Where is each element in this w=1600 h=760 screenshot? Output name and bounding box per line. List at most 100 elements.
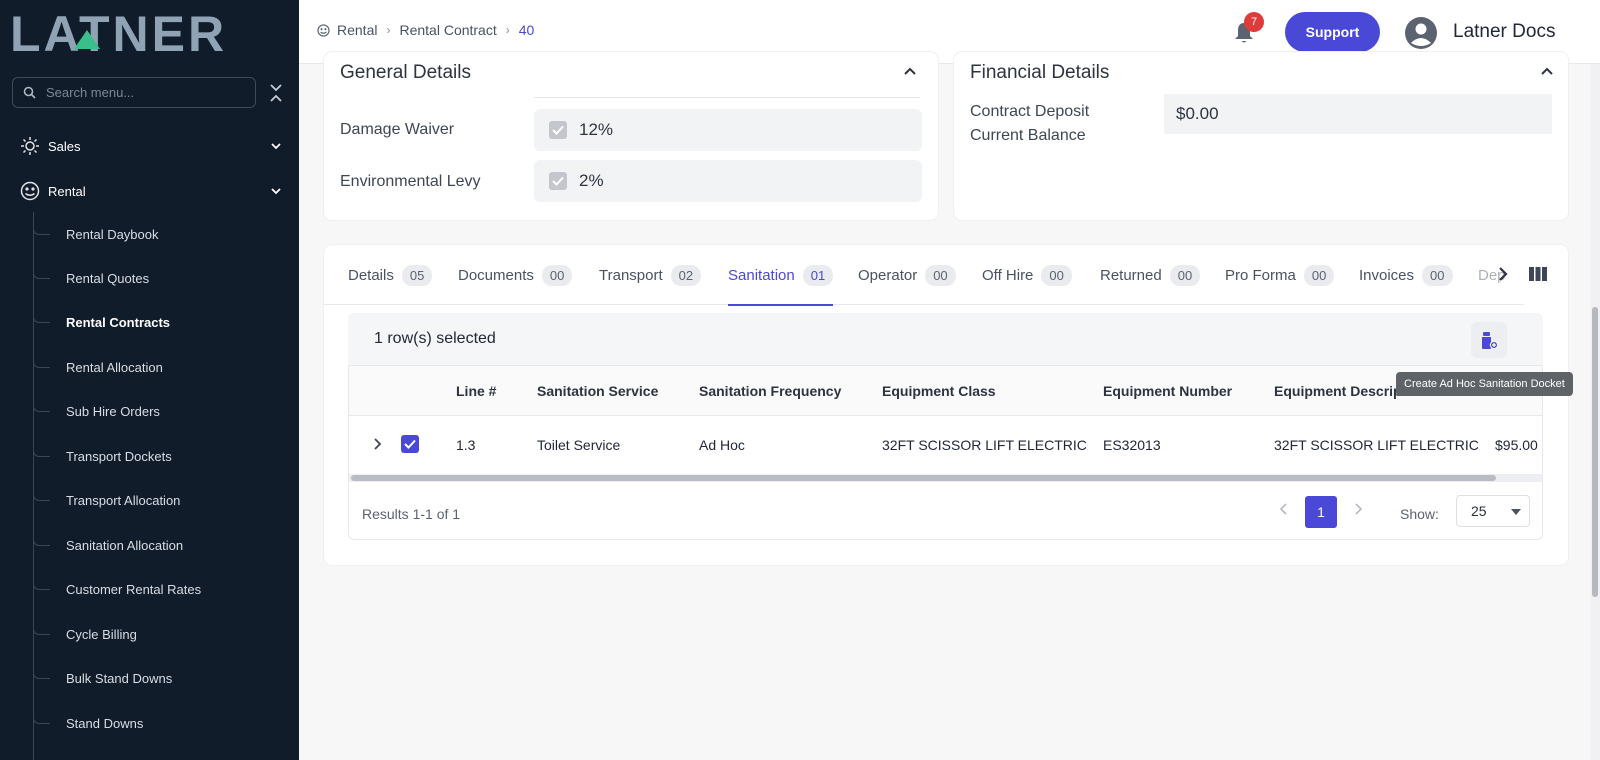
tab-details[interactable]: Details 05 (348, 245, 433, 305)
create-sanitation-docket-button[interactable] (1471, 322, 1507, 358)
selection-count: 1 row(s) selected (374, 330, 496, 347)
page-size-select[interactable]: 25 (1456, 495, 1530, 527)
row-select-checkbox[interactable] (401, 435, 419, 453)
tab-count: 00 (1303, 264, 1335, 286)
table-header: Line # Sanitation Service Sanitation Fre… (349, 366, 1542, 416)
tab-off-hire[interactable]: Off Hire 00 (982, 245, 1072, 305)
deposit-balance-field: $0.00 (1164, 94, 1552, 134)
chevron-up-icon[interactable] (903, 66, 917, 76)
column-header-sanitation-service[interactable]: Sanitation Service (537, 383, 658, 399)
caret-down-icon (1511, 509, 1521, 515)
sidebar-item-sanitation-allocation[interactable]: Sanitation Allocation (0, 524, 299, 568)
tab-operator[interactable]: Operator 00 (858, 245, 956, 305)
search-icon (23, 86, 36, 99)
sidebar-item-label: Rental Quotes (66, 271, 150, 286)
table-row[interactable]: 1.3 Toilet Service Ad Hoc 32FT SCISSOR L… (349, 416, 1542, 474)
sidebar-item-customer-rental-rates[interactable]: Customer Rental Rates (0, 568, 299, 612)
selection-toolbar: 1 row(s) selected (348, 313, 1543, 365)
divider (534, 97, 920, 98)
column-header-sanitation-frequency[interactable]: Sanitation Frequency (699, 383, 841, 399)
chevron-right-icon[interactable] (1496, 263, 1510, 285)
page-size-label: Show: (1400, 506, 1439, 522)
tab-count: 01 (802, 264, 834, 286)
tab-documents[interactable]: Documents 00 (458, 245, 573, 305)
tree-branch (33, 301, 50, 323)
sidebar-item-rental-contracts[interactable]: Rental Contracts (0, 301, 299, 345)
tab-label: Documents (458, 266, 534, 284)
collapse-menu-icon[interactable] (268, 82, 284, 104)
tab-invoices[interactable]: Invoices 00 (1359, 245, 1453, 305)
sidebar-item-rental-allocation[interactable]: Rental Allocation (0, 346, 299, 390)
tab-returned[interactable]: Returned 00 (1100, 245, 1201, 305)
breadcrumb-rental-contract[interactable]: Rental Contract (399, 22, 496, 38)
menu-search-input[interactable] (46, 85, 246, 100)
contract-tabs: Details 05 Documents 00 Transport 02 Sanita… (324, 245, 1524, 306)
environmental-levy-label: Environmental Levy (340, 173, 481, 190)
tab-label: Returned (1100, 266, 1162, 284)
sidebar: LATNER Sales (0, 0, 299, 760)
tree-branch (33, 702, 50, 724)
sidebar-item-label: Transport Dockets (66, 449, 172, 464)
columns-icon[interactable] (1529, 267, 1547, 281)
sidebar-item-cycle-billing[interactable]: Cycle Billing (0, 613, 299, 657)
sidebar-item-stand-downs[interactable]: Stand Downs (0, 702, 299, 746)
environmental-levy-value: 2% (579, 171, 604, 190)
tree-branch (33, 257, 50, 279)
sidebar-item-label: Sub Hire Orders (66, 404, 160, 419)
tab-label: Operator (858, 266, 918, 284)
menu-search-box (12, 77, 256, 108)
column-header-line[interactable]: Line # (456, 383, 496, 399)
cell-line: 1.3 (456, 437, 476, 453)
column-header-equipment-class[interactable]: Equipment Class (882, 383, 996, 399)
tab-label: Off Hire (982, 266, 1034, 284)
support-button[interactable]: Support (1285, 12, 1380, 52)
tree-branch (33, 568, 50, 590)
page-button-current[interactable]: 1 (1305, 496, 1337, 528)
tab-count: 02 (670, 264, 702, 286)
user-avatar-icon[interactable] (1404, 16, 1438, 50)
chevron-up-icon[interactable] (1540, 66, 1554, 76)
notification-badge: 7 (1244, 12, 1264, 32)
scrollbar-thumb[interactable] (1592, 307, 1598, 597)
next-page-icon[interactable] (1348, 499, 1368, 519)
sidebar-item-label: Rental Contracts (66, 315, 171, 330)
sidebar-group-sales[interactable]: Sales (0, 124, 299, 168)
page-vertical-scrollbar[interactable] (1590, 64, 1600, 760)
tab-count: 00 (1169, 264, 1201, 286)
tab-sanitation[interactable]: Sanitation 01 (728, 245, 834, 306)
sidebar-item-transport-allocation[interactable]: Transport Allocation (0, 479, 299, 523)
sidebar-item-bulk-stand-downs[interactable]: Bulk Stand Downs (0, 657, 299, 701)
user-name[interactable]: Latner Docs (1453, 21, 1555, 43)
breadcrumb-rental[interactable]: Rental (337, 22, 377, 38)
sidebar-item-rental-quotes[interactable]: Rental Quotes (0, 257, 299, 301)
checkbox-disabled (549, 172, 567, 190)
rental-icon (317, 23, 330, 37)
tree-branch (33, 613, 50, 635)
check-icon (552, 125, 564, 135)
financial-details-card: Financial Details Contract Deposit Curre… (954, 52, 1568, 220)
sidebar-item-transport-dockets[interactable]: Transport Dockets (0, 435, 299, 479)
sidebar-item-label: Transport Allocation (66, 493, 181, 508)
deposit-balance-value: $0.00 (1176, 104, 1219, 123)
damage-waiver-value: 12% (579, 120, 614, 139)
sidebar-group-rental[interactable]: Rental (0, 169, 299, 213)
sidebar-item-label: Sanitation Allocation (66, 538, 184, 553)
prev-page-icon[interactable] (1274, 499, 1294, 519)
environmental-levy-field: 2% (534, 160, 922, 202)
sidebar-item-sub-hire-orders[interactable]: Sub Hire Orders (0, 390, 299, 434)
expand-row-icon[interactable] (373, 437, 383, 451)
check-icon (552, 176, 564, 186)
tooltip: Create Ad Hoc Sanitation Docket (1396, 372, 1573, 396)
financial-details-title: Financial Details (970, 62, 1110, 83)
breadcrumb: Rental › Rental Contract › 40 (317, 22, 534, 38)
horizontal-scrollbar[interactable] (349, 474, 1542, 482)
deposit-balance-label: Contract Deposit Current Balance (970, 103, 1090, 144)
tab-label: Invoices (1359, 266, 1415, 284)
tab-pro-forma[interactable]: Pro Forma 00 (1225, 245, 1335, 305)
tree-branch (33, 346, 50, 368)
scrollbar-thumb[interactable] (351, 475, 1496, 481)
column-header-equipment-number[interactable]: Equipment Number (1103, 383, 1232, 399)
page-size-value: 25 (1471, 503, 1487, 519)
tab-transport[interactable]: Transport 02 (599, 245, 702, 305)
sidebar-item-rental-daybook[interactable]: Rental Daybook (0, 213, 299, 257)
